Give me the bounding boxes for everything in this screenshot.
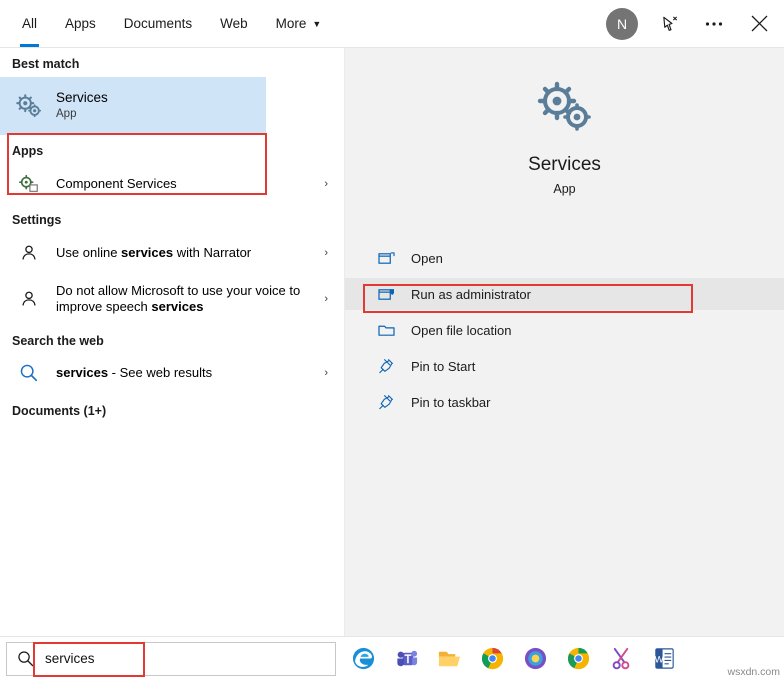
label-bold: services — [151, 299, 204, 314]
taskbar-icons: W — [350, 646, 677, 672]
close-button[interactable] — [736, 0, 782, 48]
label-bold: services — [121, 244, 174, 260]
snipping-tool-icon[interactable] — [608, 646, 634, 672]
more-options-button[interactable] — [692, 0, 736, 48]
settings-heading: Settings — [12, 213, 62, 227]
preview-app-name: Services — [528, 154, 601, 175]
chevron-down-icon: ▼ — [312, 19, 322, 29]
folder-icon — [375, 323, 397, 338]
word-icon[interactable]: W — [651, 646, 677, 672]
chrome-icon[interactable] — [479, 646, 505, 672]
label-post: with Narrator — [173, 244, 252, 260]
action-open[interactable]: Open — [345, 242, 784, 274]
pin-icon — [375, 358, 397, 374]
web-search-icon — [12, 356, 46, 390]
tab-all-label: All — [22, 16, 38, 31]
settings-person-icon — [12, 236, 46, 270]
action-label: Pin to taskbar — [411, 394, 491, 410]
chevron-right-icon[interactable]: › — [324, 367, 334, 379]
avatar[interactable]: N — [606, 7, 638, 40]
preview-pane: Services App Open Run as administrator O… — [345, 48, 784, 636]
services-gears-icon — [12, 89, 46, 123]
file-explorer-icon[interactable] — [436, 646, 462, 672]
component-services-icon — [12, 167, 46, 201]
app-hero: Services App — [345, 48, 784, 196]
chrome-canary-icon[interactable] — [565, 646, 591, 672]
tab-apps-label: Apps — [65, 16, 96, 31]
action-label: Open file location — [411, 322, 512, 338]
result-item-title: Services — [56, 90, 108, 106]
search-results-body: Best match Services App Apps Component S… — [0, 48, 784, 636]
result-item-component-services[interactable]: Component Services › — [0, 164, 344, 204]
label-pre: Use online — [56, 244, 122, 260]
settings-person-icon — [12, 282, 46, 316]
chevron-right-icon[interactable]: › — [324, 247, 334, 259]
app-actions-list: Open Run as administrator Open file loca… — [345, 242, 784, 418]
preview-app-type: App — [553, 182, 576, 196]
shield-run-icon — [375, 287, 397, 302]
svg-text:W: W — [654, 654, 664, 665]
action-pin-to-taskbar[interactable]: Pin to taskbar — [345, 386, 784, 418]
action-open-file-location[interactable]: Open file location — [345, 314, 784, 346]
pin-icon — [375, 394, 397, 410]
services-gears-icon — [533, 76, 597, 140]
edge-icon[interactable] — [350, 646, 376, 672]
avatar-initial: N — [616, 15, 628, 32]
search-icon — [7, 650, 43, 667]
action-run-as-administrator[interactable]: Run as administrator — [345, 278, 784, 310]
open-window-icon — [375, 251, 397, 266]
close-icon — [751, 15, 767, 32]
action-pin-to-start[interactable]: Pin to Start — [345, 350, 784, 382]
tab-web-label: Web — [220, 16, 248, 31]
result-item-subtitle: App — [56, 107, 77, 120]
taskbar: W wsxdn.com — [0, 636, 784, 680]
result-item-text: Services App — [56, 90, 108, 122]
search-header: All Apps Documents Web More ▼ N — [0, 0, 784, 48]
documents-heading: Documents (1+) — [12, 404, 107, 418]
result-item-services[interactable]: Services App — [0, 77, 266, 135]
chevron-right-icon[interactable]: › — [324, 178, 334, 190]
result-item-web-search[interactable]: services - See web results › — [0, 354, 344, 392]
action-label: Run as administrator — [411, 286, 531, 302]
teams-icon[interactable] — [393, 646, 419, 672]
watermark: wsxdn.com — [727, 666, 780, 678]
result-item-label: Use online services with Narrator — [56, 245, 324, 261]
result-item-label: Component Services — [56, 175, 177, 191]
result-item-narrator-online-services[interactable]: Use online services with Narrator › — [0, 233, 344, 273]
feedback-icon — [662, 16, 677, 31]
tab-more[interactable]: More ▼ — [262, 0, 336, 47]
result-item-label: Do not allow Microsoft to use your voice… — [56, 283, 324, 316]
chevron-right-icon[interactable]: › — [324, 293, 334, 305]
web-heading: Search the web — [12, 334, 104, 348]
header-spacer — [335, 0, 596, 47]
ellipsis-icon — [705, 21, 723, 26]
search-input[interactable] — [43, 650, 323, 667]
action-label: Open — [411, 250, 443, 266]
apps-heading: Apps — [12, 144, 44, 158]
tab-all[interactable]: All — [8, 0, 51, 47]
action-label: Pin to Start — [411, 358, 476, 374]
best-match-heading: Best match — [12, 57, 80, 71]
tab-more-label: More — [275, 16, 307, 31]
search-filter-tabs: All Apps Documents Web More ▼ — [0, 0, 335, 47]
tab-documents[interactable]: Documents — [110, 0, 206, 47]
tab-apps[interactable]: Apps — [51, 0, 110, 47]
label-bold: services — [56, 364, 109, 380]
tab-web[interactable]: Web — [206, 0, 262, 47]
result-item-label: services - See web results — [56, 365, 324, 381]
results-list-pane: Best match Services App Apps Component S… — [0, 48, 345, 636]
header-actions: N — [596, 0, 784, 47]
label-post: - See web results — [108, 364, 213, 380]
result-item-speech-services[interactable]: Do not allow Microsoft to use your voice… — [0, 273, 344, 325]
tab-documents-label: Documents — [123, 16, 193, 31]
taskbar-search-box[interactable] — [6, 641, 336, 676]
feedback-button[interactable] — [648, 0, 692, 48]
store-icon[interactable] — [522, 646, 548, 672]
